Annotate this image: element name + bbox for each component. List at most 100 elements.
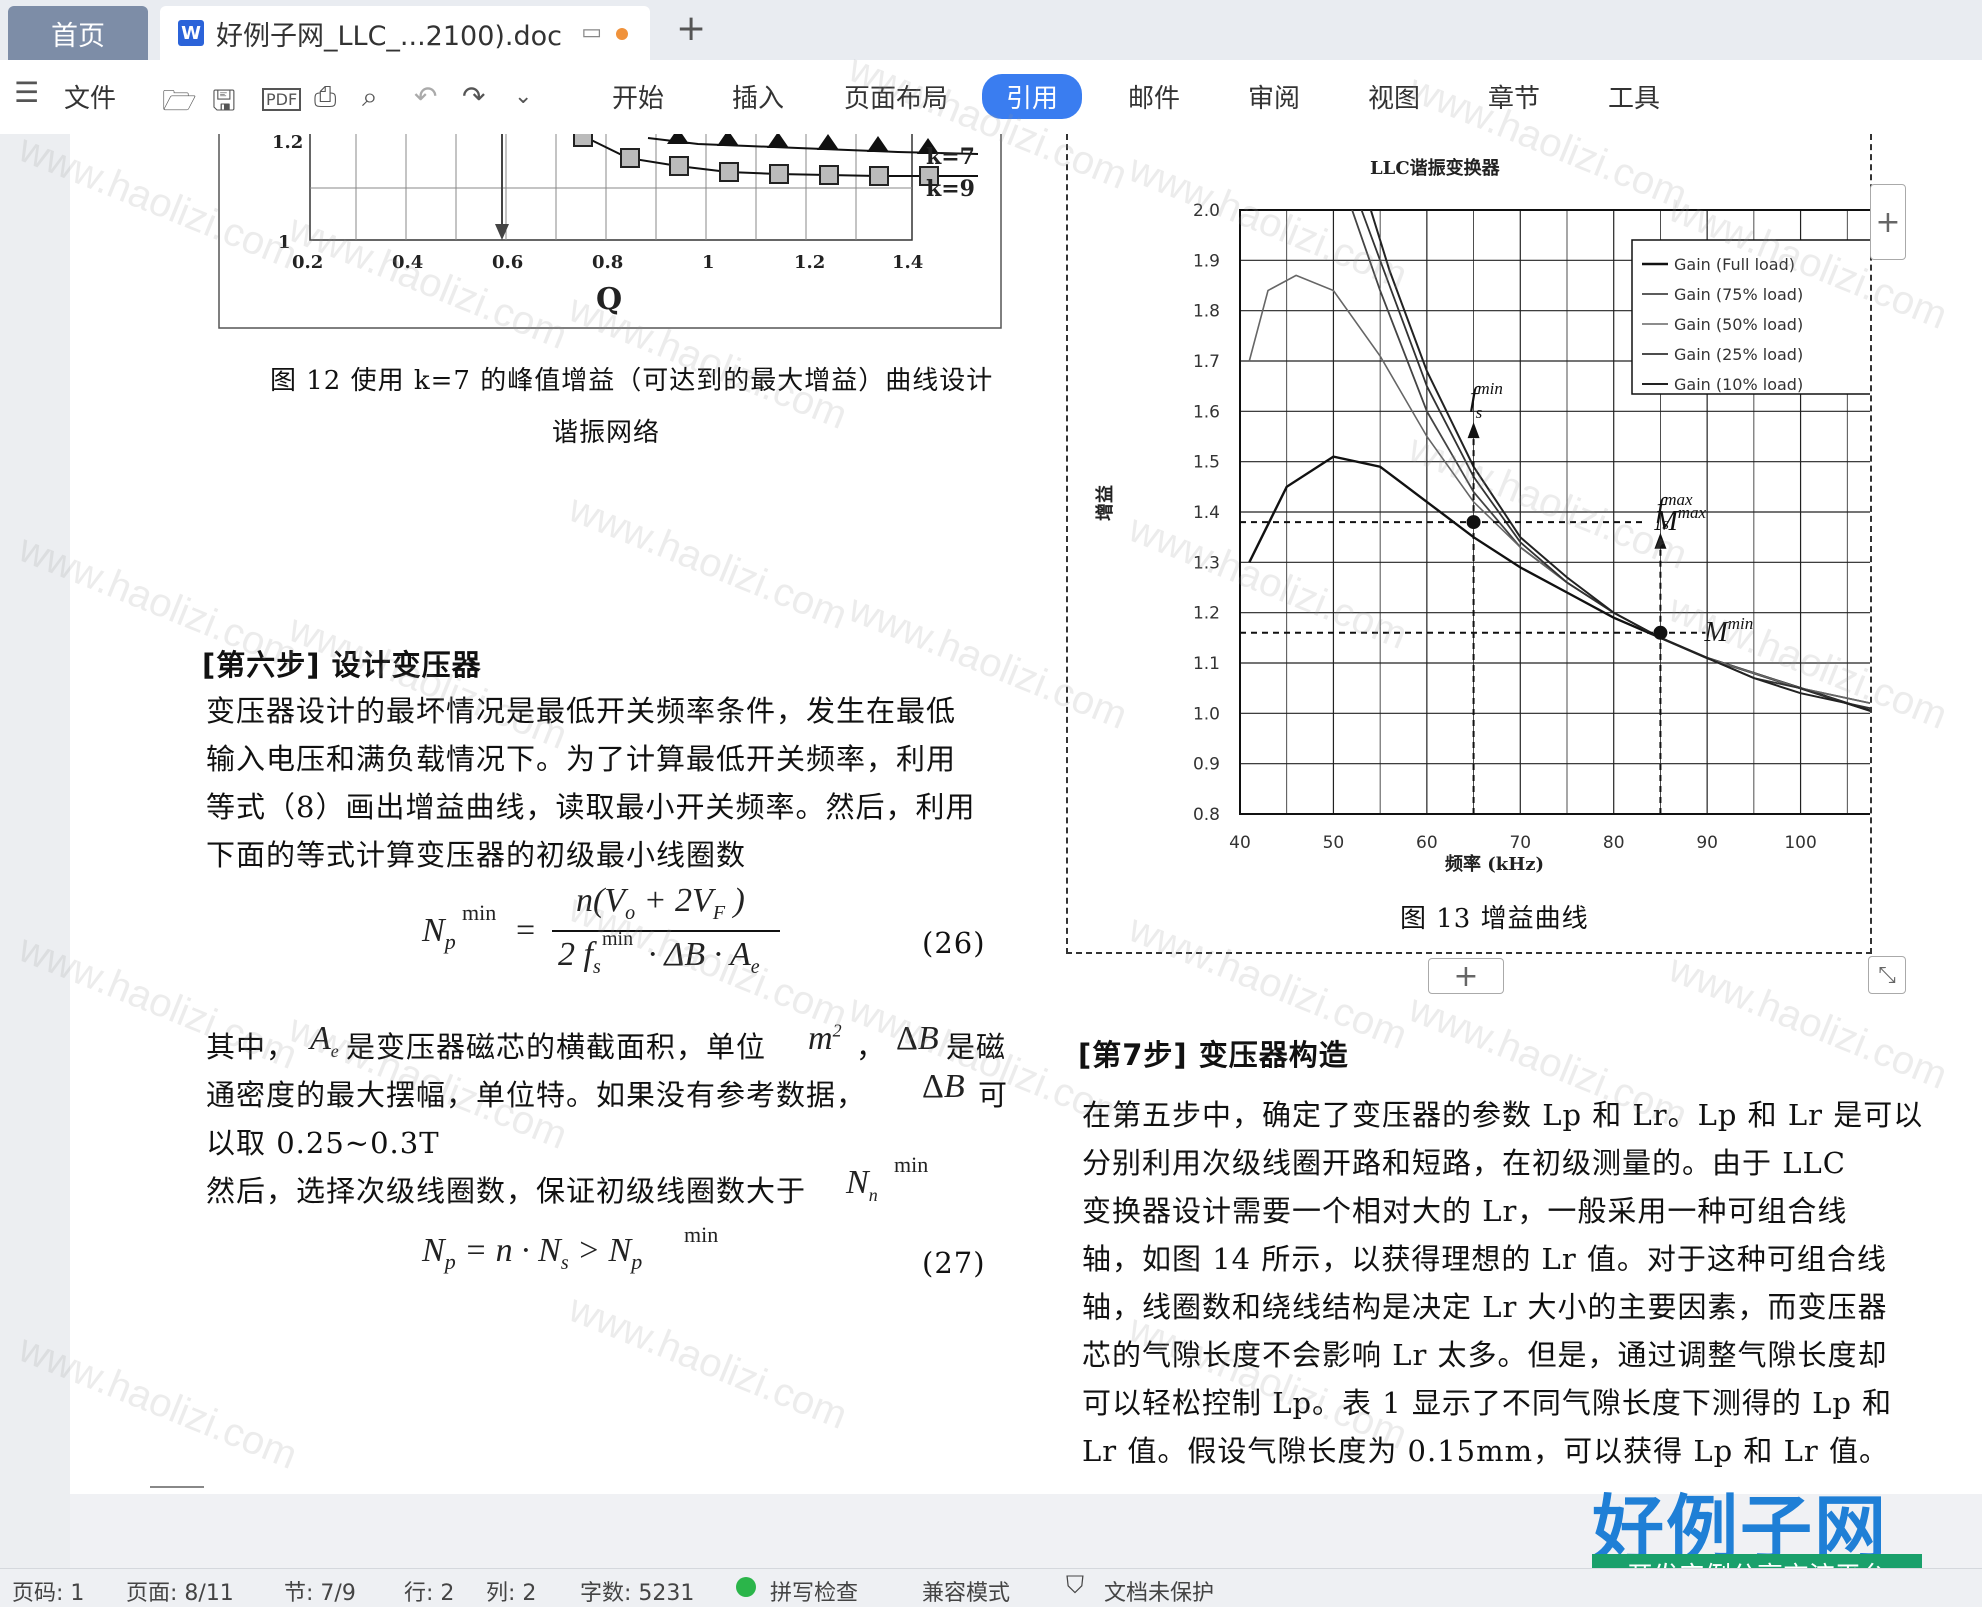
new-tab-button[interactable]: + (676, 8, 706, 49)
chart-operating-point (1653, 625, 1668, 640)
fig12-arrow-head (495, 224, 509, 240)
chart-annotation-label: Mmin (1703, 614, 1753, 648)
equation-26-number: (26) (922, 926, 986, 960)
step6-para1-line: 变压器设计的最坏情况是最低开关频率条件，发生在最低 (206, 694, 957, 728)
status-protection[interactable]: 文档未保护 (1104, 1575, 1214, 1607)
chart-xtick-label: 40 (1229, 833, 1251, 853)
status-col[interactable]: 列: 2 (486, 1575, 536, 1607)
left-gutter (0, 134, 70, 1568)
menu-page-layout[interactable]: 页面布局 (844, 78, 948, 115)
tab-document[interactable]: W 好例子网_LLC_...2100).doc ▭ (160, 6, 650, 60)
chart-xtick-label: 90 (1696, 833, 1718, 853)
status-word-count[interactable]: 字数: 5231 (580, 1575, 694, 1607)
step6-para1-line: 下面的等式计算变压器的初级最小线圈数 (206, 838, 747, 872)
step6-para2-line1: 其中， Ae 是变压器磁芯的横截面积，单位 m2 ， ΔB 是磁 (206, 1020, 1007, 1064)
menu-insert[interactable]: 插入 (732, 78, 784, 115)
fig12-xtick: 0.4 (392, 252, 424, 273)
tab-document-title: 好例子网_LLC_...2100).doc (216, 20, 563, 52)
menu-references[interactable]: 引用 (982, 74, 1083, 119)
chart-ylabel: 增益 (1095, 485, 1116, 521)
add-right-button[interactable]: + (1870, 184, 1906, 260)
chart-annotation-sub: s (1476, 403, 1483, 422)
pdf-export-icon[interactable]: PDF (262, 88, 302, 111)
status-bar: 页码: 1 页面: 8/11 节: 7/9 行: 2 列: 2 字数: 5231… (0, 1568, 1982, 1607)
chart-ytick-label: 1.4 (1193, 503, 1220, 523)
fig12-ytick-bottom: 1 (278, 232, 291, 253)
menu-mail[interactable]: 邮件 (1128, 78, 1180, 115)
step6-para2-line3: 以取 0.25~0.3T (206, 1126, 440, 1160)
expand-icon[interactable]: ⤡ (1868, 956, 1906, 994)
chart-legend-label: Gain (Full load) (1674, 255, 1795, 274)
chart-legend-label: Gain (10% load) (1674, 375, 1803, 394)
chart-xlabel: 频率 (kHz) (1445, 854, 1544, 875)
step7-line: 变换器设计需要一个相对大的 Lr，一般采用一种可组合线 (1082, 1194, 1848, 1228)
status-page-code[interactable]: 页码: 1 (12, 1575, 84, 1607)
equation-27: Np = n · Ns > Np min (422, 1222, 719, 1274)
step7-line: 在第五步中，确定了变压器的参数 Lp 和 Lr。Lp 和 Lr 是可以 (1082, 1098, 1924, 1132)
fig12-caption-line1: 图 12 使用 k=7 的峰值增益（可达到的最大增益）曲线设计 (270, 366, 994, 396)
chart-ytick-label: 0.9 (1193, 755, 1220, 775)
quick-access-dropdown-icon[interactable]: ⌄ (514, 84, 532, 109)
open-folder-icon[interactable]: 🗁 (162, 80, 197, 128)
chart-ytick-label: 1.7 (1193, 352, 1220, 372)
step7-line: 芯的气隙长度不会影响 Lr 太多。但是，通过调整气隙长度却 (1082, 1338, 1888, 1372)
step6-para3: 然后，选择次级线圈数，保证初级线圈数大于 Nn min (206, 1152, 929, 1208)
chart-legend-label: Gain (50% load) (1674, 315, 1803, 334)
fig12-xtick: 1 (702, 252, 715, 273)
fig12-xtick: 0.8 (592, 252, 624, 273)
undo-icon[interactable]: ↶ (414, 80, 437, 113)
menu-tools[interactable]: 工具 (1608, 78, 1660, 115)
unsaved-dot-icon (616, 28, 628, 40)
fig12-xtick: 1.2 (794, 252, 826, 273)
spell-check-icon[interactable] (736, 1577, 756, 1597)
step6-para1-line: 等式（8）画出增益曲线，读取最小开关频率。然后，利用 (206, 790, 976, 824)
chart-ytick-label: 1.6 (1193, 402, 1220, 422)
menu-start[interactable]: 开始 (612, 78, 664, 115)
save-icon[interactable]: 🖫 (212, 80, 236, 128)
chart-series-line (1248, 455, 1870, 712)
step7-line: 可以轻松控制 Lp。表 1 显示了不同气隙长度下测得的 Lp 和 (1082, 1386, 1893, 1420)
print-preview-icon[interactable]: ⌕ (362, 80, 378, 114)
chart-title: LLC谐振变换器 (1370, 158, 1500, 179)
chart-ytick-label: 2.0 (1193, 201, 1220, 221)
redo-icon[interactable]: ↷ (462, 80, 485, 113)
step6-para2-line2: 通密度的最大摆幅，单位特。如果没有参考数据， ΔB 可 (206, 1068, 1009, 1112)
hamburger-menu-icon[interactable]: ☰ (14, 76, 39, 109)
chart-ytick-label: 0.8 (1193, 805, 1220, 825)
step7-line: 轴，如图 14 所示，以获得理想的 Lr 值。对于这种可组合线 (1082, 1242, 1887, 1276)
tab-home[interactable]: 首页 (8, 6, 148, 60)
shield-icon: ⛉ (1066, 1571, 1084, 1599)
status-page[interactable]: 页面: 8/11 (126, 1575, 234, 1607)
fig12-xlabel: Q (596, 282, 623, 317)
fig12-xtick: 0.6 (492, 252, 524, 273)
menu-bar: ☰ 文件 🗁 🖫 PDF ⎙ ⌕ ↶ ↷ ⌄ 开始 插入 页面布局 引用 邮件 … (0, 60, 1982, 135)
menu-review[interactable]: 审阅 (1248, 78, 1300, 115)
menu-section[interactable]: 章节 (1488, 78, 1540, 115)
add-below-button[interactable]: + (1428, 958, 1504, 994)
document-page[interactable]: 1.2 1 0.2 0.4 0.6 0.8 1 1.2 1.4 Q k=7 k=… (70, 134, 1982, 1494)
tab-bar: 首页 W 好例子网_LLC_...2100).doc ▭ + (0, 0, 1982, 60)
monitor-icon[interactable]: ▭ (581, 20, 602, 45)
fig12-label-k7: k=7 (926, 144, 975, 170)
fig12-xtick: 0.2 (292, 252, 324, 273)
print-icon[interactable]: ⎙ (314, 80, 336, 114)
chart-legend-label: Gain (75% load) (1674, 285, 1803, 304)
chart-xtick-label: 100 (1784, 833, 1816, 853)
menu-view[interactable]: 视图 (1368, 78, 1420, 115)
status-compat-mode[interactable]: 兼容模式 (922, 1575, 1010, 1607)
menu-file[interactable]: 文件 (64, 78, 116, 115)
step6-para1-line: 输入电压和满负载情况下。为了计算最低开关频率，利用 (206, 742, 957, 776)
chart-ytick-label: 1.9 (1193, 251, 1220, 271)
status-row[interactable]: 行: 2 (404, 1575, 454, 1607)
gain-curve-chart: 0.8 0.9 1.0 1.1 1.2 1.3 1.4 1.5 1.6 1.7 1.8 1.9 2.0 4… (1193, 201, 1870, 853)
step6-heading: [第六步] 设计变压器 (202, 648, 482, 682)
fig12-caption-line2: 谐振网络 (552, 418, 661, 448)
status-section[interactable]: 节: 7/9 (284, 1575, 356, 1607)
chart-ytick-label: 1.2 (1193, 604, 1220, 624)
step7-line: 分别利用次级线圈开路和短路，在初级测量的。由于 LLC (1082, 1146, 1846, 1180)
status-spell-check[interactable]: 拼写检查 (770, 1575, 858, 1607)
fig13-caption: 图 13 增益曲线 (1400, 904, 1589, 934)
chart-xtick-label: 60 (1416, 833, 1438, 853)
step7-line: Lr 值。假设气隙长度为 0.15mm，可以获得 Lp 和 Lr 值。 (1082, 1434, 1889, 1468)
chart-operating-point (1466, 515, 1481, 530)
